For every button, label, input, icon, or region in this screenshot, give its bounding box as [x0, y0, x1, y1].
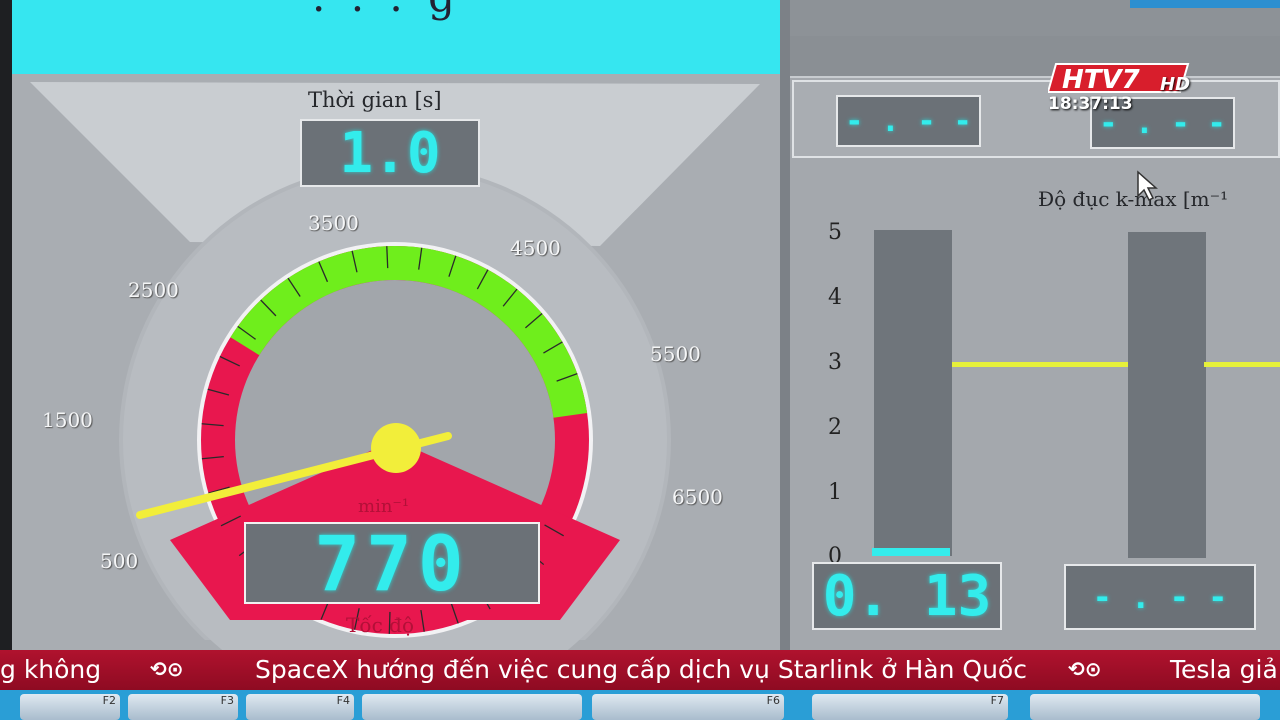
- opacity-bar-track-left: [874, 230, 952, 556]
- hd-badge: HD: [1160, 74, 1191, 95]
- y-tick-4: 4: [828, 285, 842, 310]
- news-ticker: g không ⟲⊙ SpaceX hướng đến việc cung cấ…: [0, 650, 1280, 690]
- function-key-bar: F2 F3 F4 F6 F7: [0, 690, 1280, 720]
- bottom-display-right: - . - -: [1064, 564, 1256, 630]
- speed-display: 770: [244, 519, 540, 608]
- y-tick-5: 5: [828, 220, 842, 245]
- svg-text:HTV7: HTV7: [1062, 65, 1141, 95]
- blue-strip: [1130, 0, 1280, 8]
- y-tick-1: 1: [828, 480, 842, 505]
- fkey-f4[interactable]: F4: [246, 694, 354, 720]
- limit-line-right: [1204, 361, 1280, 367]
- y-tick-3: 3: [828, 350, 842, 375]
- speed-unit: min⁻¹: [358, 496, 410, 517]
- fkey-f6[interactable]: F6: [592, 694, 784, 720]
- tick-4500: 4500: [510, 236, 561, 260]
- panel-divider: [780, 0, 790, 650]
- tick-5500: 5500: [650, 342, 701, 366]
- mouse-cursor-icon: [1136, 170, 1158, 206]
- limit-line-left: [952, 361, 1128, 367]
- needle-hub: [371, 423, 421, 473]
- tick-500: 500: [100, 549, 139, 573]
- right-top-bar-2: [790, 36, 1280, 78]
- bottom-display-left: 0. 13: [812, 562, 1002, 630]
- tick-2500: 2500: [128, 278, 179, 302]
- y-tick-2: 2: [828, 415, 842, 440]
- ticker-logo-icon: ⟲⊙: [150, 657, 184, 681]
- top-display-left: - . - -: [836, 95, 981, 147]
- fkey-f3[interactable]: F3: [128, 694, 238, 720]
- chart-title: Độ đục k-max [m⁻¹: [1038, 187, 1229, 211]
- fkey-f7[interactable]: F7: [812, 694, 1008, 720]
- ticker-item-3: Tesla giả: [1170, 655, 1278, 684]
- tick-1500: 1500: [42, 408, 93, 432]
- opacity-bar-track-right: [1128, 232, 1206, 558]
- ticker-item-1: g không: [0, 655, 102, 684]
- broadcast-time: 18:37:13: [1048, 94, 1133, 114]
- fkey-f5[interactable]: [362, 694, 582, 720]
- speed-label: Tốc độ: [346, 613, 414, 637]
- tick-6500: 6500: [672, 485, 723, 509]
- ticker-logo-icon-2: ⟲⊙: [1068, 657, 1102, 681]
- ticker-item-2: SpaceX hướng đến việc cung cấp dịch vụ S…: [255, 655, 1027, 684]
- fkey-f2[interactable]: F2: [20, 694, 120, 720]
- opacity-bar-fill-left: [872, 547, 950, 556]
- time-label: Thời gian [s]: [308, 88, 442, 112]
- time-display: 1.0: [300, 119, 480, 187]
- fkey-f8[interactable]: [1030, 694, 1260, 720]
- tick-3500: 3500: [308, 211, 359, 235]
